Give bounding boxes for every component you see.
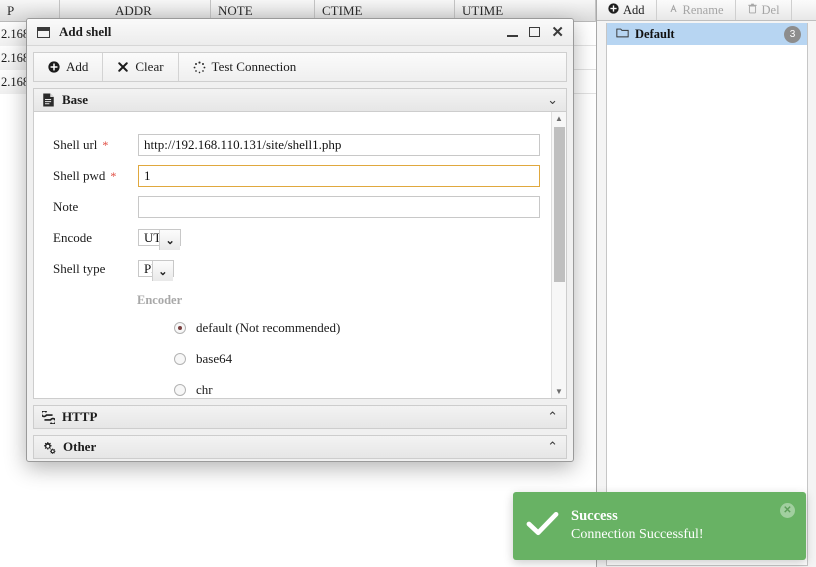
shell-pwd-input[interactable] bbox=[138, 165, 540, 187]
minimize-icon bbox=[507, 34, 519, 37]
section-header-other[interactable]: Other ⌃ bbox=[33, 435, 567, 459]
add-shell-dialog: Add shell ✕ Add Clear Test Connection Ba… bbox=[26, 18, 574, 462]
scrollbar-thumb[interactable] bbox=[554, 127, 565, 282]
test-connection-button[interactable]: Test Connection bbox=[179, 53, 311, 81]
field-row-encode: Encode UTF8 ⌄ bbox=[34, 227, 554, 250]
field-row-note: Note bbox=[34, 196, 554, 218]
form-scrollbar[interactable]: ▲ ▼ bbox=[551, 112, 566, 398]
close-button[interactable]: ✕ bbox=[551, 25, 564, 40]
document-icon bbox=[42, 93, 55, 107]
section-header-http[interactable]: HTTP ⌃ bbox=[33, 405, 567, 429]
encode-select[interactable]: UTF8 ⌄ bbox=[138, 229, 182, 250]
test-connection-label: Test Connection bbox=[211, 59, 297, 74]
section-header-base[interactable]: Base ⌄ bbox=[33, 88, 567, 112]
field-row-shell-url: Shell url * bbox=[34, 134, 554, 156]
toast-close-button[interactable]: ✕ bbox=[780, 503, 795, 518]
group-rename-button[interactable]: Rename bbox=[657, 0, 736, 20]
group-delete-label: Del bbox=[761, 2, 780, 17]
label-shell-type: Shell type bbox=[53, 261, 106, 276]
maximize-button[interactable] bbox=[529, 27, 541, 37]
group-list-item-label: Default bbox=[635, 26, 675, 41]
group-count-badge: 3 bbox=[784, 25, 801, 43]
radio-icon[interactable] bbox=[174, 384, 186, 396]
note-input[interactable] bbox=[138, 196, 540, 218]
scroll-up-icon[interactable]: ▲ bbox=[552, 112, 566, 125]
window-icon bbox=[37, 26, 50, 38]
group-rename-label: Rename bbox=[682, 2, 724, 17]
encoder-option-chr[interactable]: chr bbox=[34, 382, 213, 398]
folder-icon bbox=[616, 27, 629, 42]
label-shell-pwd: Shell pwd * bbox=[53, 168, 117, 183]
clear-button[interactable]: Clear bbox=[103, 53, 179, 81]
clear-button-label: Clear bbox=[135, 59, 164, 74]
label-note: Note bbox=[53, 199, 79, 214]
app-root: P ADDR NOTE CTIME UTIME 2.168 2.168 2.16… bbox=[0, 0, 816, 567]
encoder-option-default-label: default (Not recommended) bbox=[196, 320, 341, 335]
field-row-shell-pwd: Shell pwd * bbox=[34, 165, 554, 187]
text-cursor-icon bbox=[668, 3, 679, 17]
check-icon bbox=[513, 511, 571, 542]
gears-icon bbox=[42, 441, 56, 454]
toast-title: Success bbox=[571, 507, 618, 524]
dialog-titlebar[interactable]: Add shell ✕ bbox=[27, 19, 573, 46]
chevron-up-icon[interactable]: ⌃ bbox=[547, 409, 558, 425]
dialog-title: Add shell bbox=[59, 24, 112, 39]
exchange-icon bbox=[42, 410, 55, 424]
scroll-down-icon[interactable]: ▼ bbox=[552, 385, 566, 398]
group-list-item-default[interactable]: Default 3 bbox=[607, 23, 807, 45]
toast-body: Success Connection Successful! bbox=[571, 507, 806, 545]
label-shell-url: Shell url * bbox=[53, 137, 109, 152]
shell-url-input[interactable] bbox=[138, 134, 540, 156]
cross-icon bbox=[117, 61, 129, 73]
group-delete-button[interactable]: Del bbox=[736, 0, 792, 20]
section-body-base: Shell url * Shell pwd * bbox=[33, 112, 567, 399]
shell-type-select[interactable]: PHP ⌄ bbox=[138, 260, 174, 281]
section-label-other: Other bbox=[63, 439, 97, 454]
chevron-down-icon[interactable]: ⌄ bbox=[159, 230, 181, 250]
trash-icon bbox=[747, 3, 758, 17]
chevron-down-icon[interactable]: ⌄ bbox=[547, 92, 558, 108]
add-button-label: Add bbox=[66, 59, 89, 74]
chevron-down-icon[interactable]: ⌄ bbox=[151, 261, 173, 281]
close-icon: ✕ bbox=[551, 23, 564, 41]
field-row-shell-type: Shell type PHP ⌄ bbox=[34, 258, 554, 281]
group-panel: Add Rename Del Default 3 bbox=[596, 0, 816, 567]
encoder-option-chr-label: chr bbox=[196, 382, 213, 397]
radio-icon[interactable] bbox=[174, 353, 186, 365]
maximize-icon bbox=[529, 27, 541, 37]
minimize-button[interactable] bbox=[507, 28, 519, 37]
plus-circle-icon bbox=[608, 3, 619, 17]
chevron-up-icon[interactable]: ⌃ bbox=[547, 439, 558, 455]
group-add-label: Add bbox=[623, 2, 645, 17]
encoder-group-title: Encoder bbox=[137, 293, 183, 307]
section-label-base: Base bbox=[62, 92, 88, 107]
label-encode: Encode bbox=[53, 230, 92, 245]
group-add-button[interactable]: Add bbox=[597, 0, 657, 20]
spinner-icon bbox=[193, 60, 206, 74]
group-list: Default 3 bbox=[606, 23, 808, 566]
encoder-option-base64[interactable]: base64 bbox=[34, 351, 232, 367]
required-marker: * bbox=[110, 169, 117, 183]
group-toolbar: Add Rename Del bbox=[597, 0, 816, 21]
encoder-option-base64-label: base64 bbox=[196, 351, 233, 366]
toast-message: Connection Successful! bbox=[571, 527, 704, 543]
add-button[interactable]: Add bbox=[34, 53, 104, 81]
section-label-http: HTTP bbox=[62, 409, 98, 424]
required-marker: * bbox=[102, 138, 109, 152]
success-toast[interactable]: Success Connection Successful! ✕ bbox=[513, 492, 806, 560]
radio-icon[interactable] bbox=[174, 322, 186, 334]
close-icon: ✕ bbox=[783, 505, 792, 516]
encoder-option-default[interactable]: default (Not recommended) bbox=[34, 320, 340, 336]
plus-circle-icon bbox=[48, 61, 60, 73]
dialog-toolbar: Add Clear Test Connection bbox=[33, 52, 567, 82]
